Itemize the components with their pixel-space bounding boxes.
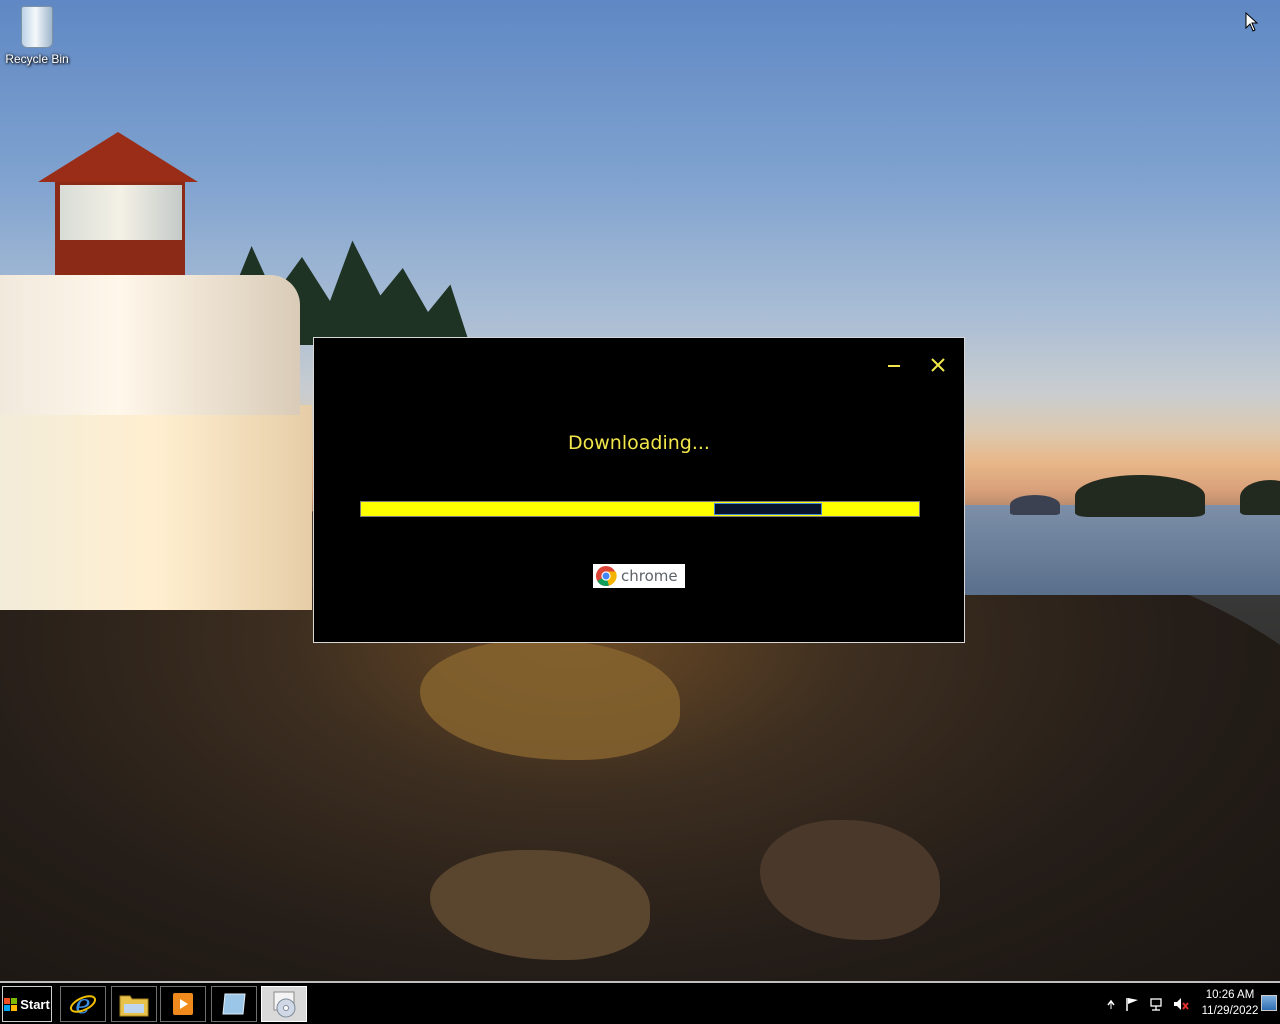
lighthouse-base bbox=[0, 405, 312, 610]
download-progress-bar bbox=[360, 501, 920, 517]
clock-date: 11/29/2022 bbox=[1201, 1005, 1259, 1017]
island-scenery bbox=[1240, 480, 1280, 515]
taskbar-app-window[interactable] bbox=[211, 986, 257, 1022]
chrome-badge-label: chrome bbox=[621, 567, 678, 585]
chrome-badge: chrome bbox=[593, 564, 685, 588]
internet-explorer-icon: e bbox=[69, 990, 97, 1019]
taskbar: Start e 10:26 AM 11/29/2022 bbox=[0, 981, 1280, 1024]
progress-marquee-indicator bbox=[714, 503, 822, 515]
network-icon[interactable] bbox=[1148, 996, 1164, 1012]
lighthouse-roof bbox=[38, 132, 198, 182]
taskbar-media-player[interactable] bbox=[160, 986, 206, 1022]
start-button[interactable]: Start bbox=[2, 986, 52, 1022]
taskbar-internet-explorer[interactable]: e bbox=[60, 986, 106, 1022]
download-status-text: Downloading... bbox=[568, 432, 710, 454]
windows-logo-icon bbox=[4, 997, 18, 1011]
island-scenery bbox=[1075, 475, 1205, 517]
island-scenery bbox=[1010, 495, 1060, 515]
recycle-bin-shortcut[interactable]: Recycle Bin bbox=[0, 6, 74, 66]
installer-disc-icon bbox=[273, 991, 296, 1018]
close-icon[interactable] bbox=[925, 352, 951, 378]
flag-icon[interactable] bbox=[1124, 996, 1140, 1012]
taskbar-clock[interactable]: 10:26 AM 11/29/2022 bbox=[1196, 987, 1264, 1019]
chevron-up-icon[interactable] bbox=[1106, 997, 1116, 1011]
chrome-logo-icon bbox=[596, 566, 617, 586]
start-label: Start bbox=[20, 996, 50, 1012]
sea-scenery bbox=[940, 505, 1280, 595]
recycle-bin-icon bbox=[21, 6, 53, 48]
svg-text:e: e bbox=[75, 990, 90, 1019]
media-player-icon bbox=[173, 993, 193, 1015]
mouse-cursor-icon bbox=[1245, 12, 1259, 32]
window-icon bbox=[222, 993, 246, 1015]
lighthouse-tower bbox=[0, 275, 300, 415]
show-desktop-button[interactable] bbox=[1261, 995, 1277, 1011]
desktop-background: Recycle Bin Downloading... chrome bbox=[0, 0, 1280, 981]
minimize-icon[interactable] bbox=[881, 352, 907, 378]
volume-muted-icon[interactable] bbox=[1172, 996, 1190, 1012]
lighthouse-glass bbox=[60, 185, 182, 240]
taskbar-installer[interactable] bbox=[261, 986, 307, 1022]
taskbar-file-explorer[interactable] bbox=[111, 986, 157, 1022]
recycle-bin-label: Recycle Bin bbox=[5, 52, 69, 66]
system-tray bbox=[1106, 986, 1190, 1022]
clock-time: 10:26 AM bbox=[1205, 989, 1255, 1001]
download-dialog: Downloading... chrome bbox=[313, 337, 965, 643]
folder-icon bbox=[119, 995, 149, 1017]
